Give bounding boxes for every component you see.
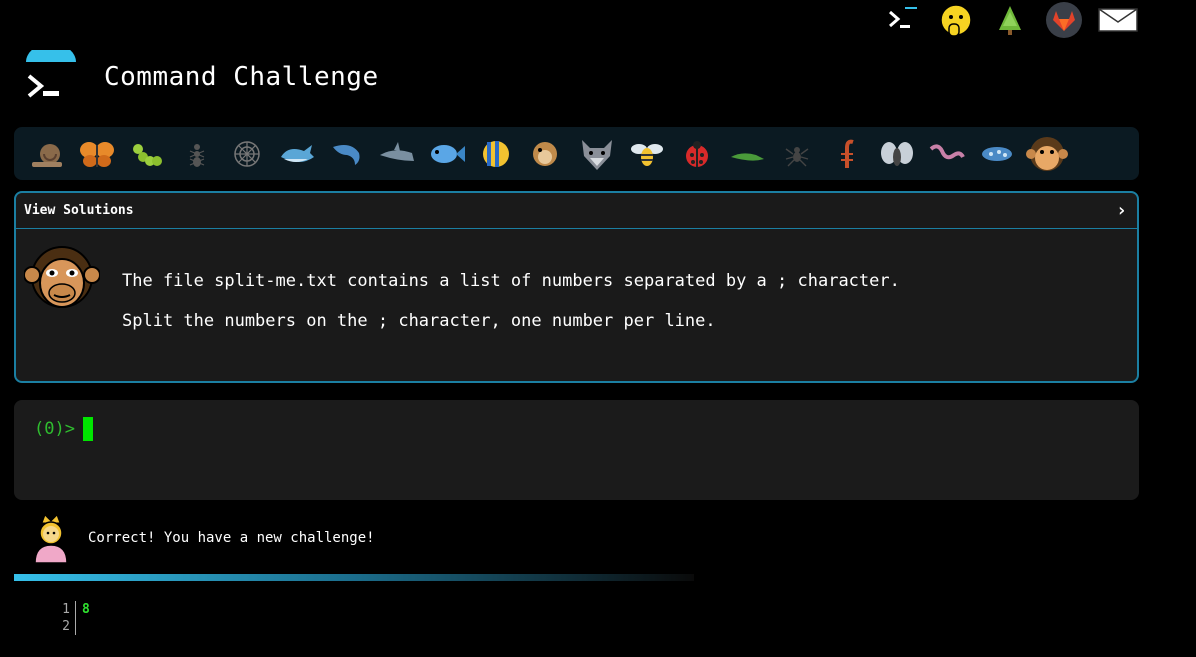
animal-fly[interactable] <box>872 134 922 174</box>
view-solutions-label: View Solutions <box>24 203 134 218</box>
shushing-face-link[interactable] <box>936 2 976 38</box>
logo-icon[interactable] <box>24 43 78 104</box>
spider-icon <box>785 146 809 166</box>
brand: Command Challenge <box>24 43 379 104</box>
gitlab-link[interactable] <box>1044 2 1084 38</box>
animal-lizard[interactable] <box>722 134 772 174</box>
line-number: 1 <box>62 602 70 617</box>
animal-bee[interactable] <box>622 134 672 174</box>
challenge-line-1: The file split-me.txt contains a list of… <box>122 271 900 291</box>
chimpanzee-icon <box>23 246 101 308</box>
fish-icon <box>431 144 465 163</box>
tree-link[interactable] <box>990 2 1030 38</box>
success-message: Correct! You have a new challenge! <box>88 530 375 546</box>
prompt-text: (0)> <box>34 419 75 439</box>
page-title: Command Challenge <box>104 62 379 92</box>
animal-butterfly[interactable] <box>72 134 122 174</box>
wolf-icon <box>582 139 612 170</box>
animal-ant[interactable] <box>172 134 222 174</box>
ant-icon <box>189 143 205 167</box>
princess-icon <box>34 514 68 563</box>
email-link[interactable] <box>1098 2 1138 38</box>
animal-wolf[interactable] <box>572 134 622 174</box>
animal-shark[interactable] <box>372 134 422 174</box>
chimpanzee-avatar <box>23 239 101 315</box>
terminal-nav-link[interactable] <box>882 2 922 38</box>
ladybug-icon <box>686 140 708 167</box>
output-line: 8 <box>82 602 90 617</box>
animal-spider-web[interactable] <box>222 134 272 174</box>
scorpion-icon <box>841 139 854 168</box>
view-solutions-toggle[interactable]: View Solutions › <box>16 193 1137 229</box>
animal-caterpillar[interactable] <box>122 134 172 174</box>
gitlab-icon <box>1046 2 1082 38</box>
command-terminal[interactable]: (0)> <box>14 400 1139 500</box>
animal-microbe[interactable] <box>972 134 1022 174</box>
tropical-fish-icon <box>483 140 509 167</box>
snail-icon <box>32 143 62 167</box>
result-message: Correct! You have a new challenge! <box>30 513 375 563</box>
worm-icon <box>929 143 965 159</box>
animal-fish[interactable] <box>422 134 472 174</box>
challenge-line-2: Split the numbers on the ; character, on… <box>122 311 716 331</box>
command-output: 1 2 8 <box>56 601 90 635</box>
animal-spider[interactable] <box>772 134 822 174</box>
lizard-icon <box>731 152 764 161</box>
top-nav <box>882 0 1138 40</box>
blowfish-icon <box>533 141 557 166</box>
animal-dolphin[interactable] <box>322 134 372 174</box>
animal-ladybug[interactable] <box>672 134 722 174</box>
envelope-icon <box>1098 8 1138 32</box>
challenge-description: The file split-me.txt contains a list of… <box>122 271 900 351</box>
dolphin-icon <box>333 144 360 165</box>
whale-icon <box>281 144 314 162</box>
chevron-right-icon: › <box>1116 200 1127 221</box>
line-number-gutter: 1 2 <box>56 601 76 635</box>
output-lines: 8 <box>76 601 90 635</box>
animal-scorpion[interactable] <box>822 134 872 174</box>
fly-icon <box>881 141 913 166</box>
bee-icon <box>631 143 663 166</box>
caterpillar-icon <box>133 143 162 166</box>
challenge-animal-bar <box>14 127 1139 180</box>
tree-icon <box>999 6 1021 35</box>
butterfly-icon <box>80 141 114 167</box>
line-number: 2 <box>62 619 70 634</box>
terminal-prompt: (0)> <box>34 417 93 441</box>
animal-monkey[interactable] <box>1022 134 1072 174</box>
animal-worm[interactable] <box>922 134 972 174</box>
animal-whale[interactable] <box>272 134 322 174</box>
animal-blowfish[interactable] <box>522 134 572 174</box>
animal-snail[interactable] <box>22 134 72 174</box>
monkey-icon <box>1026 136 1068 171</box>
microbe-icon <box>982 146 1012 161</box>
terminal-cursor <box>82 417 93 441</box>
shark-icon <box>380 141 414 161</box>
animal-tropical-fish[interactable] <box>472 134 522 174</box>
challenge-panel: View Solutions › The file split-me.txt c… <box>14 191 1139 383</box>
challenge-body: The file split-me.txt contains a list of… <box>16 229 1137 379</box>
terminal-icon <box>889 7 917 28</box>
spider-web-icon <box>234 140 260 167</box>
shushing-face-icon <box>940 4 972 37</box>
divider-bar <box>14 574 694 581</box>
